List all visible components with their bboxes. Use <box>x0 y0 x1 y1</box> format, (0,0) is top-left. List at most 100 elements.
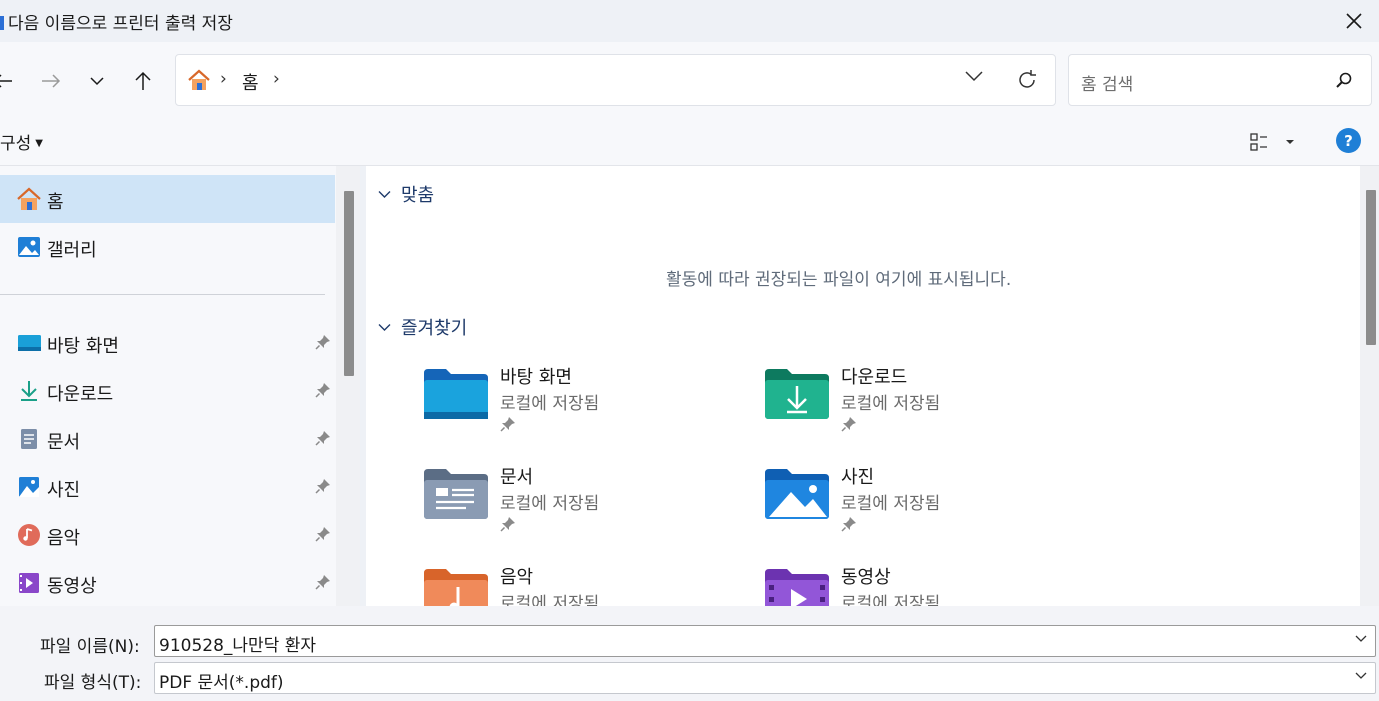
favorite-location: 로컬에 저장됨 <box>500 494 600 514</box>
empty-recommended-message: 활동에 따라 권장되는 파일이 여기에 표시됩니다. <box>666 270 1012 290</box>
search-box[interactable]: 홈 검색 <box>1068 54 1372 106</box>
download-icon <box>21 381 37 401</box>
sidebar-item-label: 홈 <box>47 192 64 213</box>
favorite-item-downloads[interactable]: 다운로드 로컬에 저장됨 <box>765 363 1065 458</box>
search-input[interactable]: 홈 검색 <box>1081 70 1133 95</box>
breadcrumb-separator[interactable]: › <box>273 69 280 89</box>
pin-icon[interactable] <box>315 334 331 350</box>
organize-label: 구성 <box>0 134 32 154</box>
favorite-item-pictures[interactable]: 사진 로컬에 저장됨 <box>765 463 1065 558</box>
pin-icon <box>841 417 856 432</box>
pin-icon[interactable] <box>315 526 331 542</box>
window-title: 다음 이름으로 프린터 출력 저장 <box>0 9 233 34</box>
documents-folder-icon <box>424 469 488 519</box>
view-options-button[interactable] <box>1248 130 1300 154</box>
organize-menu-button[interactable]: 구성 ▼ <box>0 129 43 154</box>
close-button[interactable] <box>1337 4 1371 38</box>
sidebar-item-label: 다운로드 <box>47 384 114 405</box>
arrow-up-icon <box>135 71 151 90</box>
sidebar-item-downloads[interactable]: 다운로드 <box>0 367 335 415</box>
music-folder-icon <box>424 569 488 606</box>
sidebar-item-music[interactable]: 음악 <box>0 511 335 559</box>
help-button[interactable]: ? <box>1336 128 1361 153</box>
chevron-down-icon <box>1355 672 1367 679</box>
command-bar: 구성 ▼ ? <box>0 118 1379 166</box>
favorites-section-header[interactable]: 즐겨찾기 <box>378 314 467 340</box>
sidebar-item-desktop[interactable]: 바탕 화면 <box>0 319 335 367</box>
section-title: 맞춤 <box>401 185 435 206</box>
videos-folder-icon <box>765 569 829 606</box>
pin-icon[interactable] <box>315 430 331 446</box>
favorite-name: 사진 <box>841 467 875 488</box>
recommended-section-header[interactable]: 맞춤 <box>378 181 434 207</box>
favorite-item-music[interactable]: 음악 로컬에 저장됨 <box>424 563 724 606</box>
sidebar-item-home[interactable]: 홈 <box>0 175 335 223</box>
recent-locations-button[interactable] <box>80 64 114 98</box>
sidebar-item-gallery[interactable]: 갤러리 <box>0 223 335 271</box>
pin-icon[interactable] <box>315 478 331 494</box>
filename-field[interactable]: 910528_나만닥 환자 <box>154 625 1376 657</box>
filetype-value: PDF 문서(*.pdf) <box>159 673 284 693</box>
save-form: 파일 이름(N): 910528_나만닥 환자 파일 형식(T): PDF 문서… <box>0 606 1379 701</box>
desktop-icon <box>18 335 41 351</box>
sidebar-item-documents[interactable]: 문서 <box>0 415 335 463</box>
pin-icon <box>841 517 856 532</box>
arrow-left-icon <box>0 74 12 88</box>
pin-icon[interactable] <box>315 574 331 590</box>
favorite-location: 로컬에 저장됨 <box>500 594 600 606</box>
refresh-icon[interactable] <box>1015 68 1039 92</box>
content-pane: 맞춤 활동에 따라 권장되는 파일이 여기에 표시됩니다. 즐겨찾기 바탕 화면… <box>366 166 1360 606</box>
favorite-location: 로컬에 저장됨 <box>500 394 600 414</box>
forward-button[interactable] <box>34 64 68 98</box>
sidebar-item-label: 사진 <box>47 480 81 501</box>
filetype-select[interactable]: PDF 문서(*.pdf) <box>154 662 1376 694</box>
filetype-label: 파일 형식(T): <box>44 673 142 693</box>
favorite-name: 다운로드 <box>841 367 908 388</box>
section-title: 즐겨찾기 <box>401 318 468 339</box>
downloads-folder-icon <box>765 369 829 419</box>
favorite-name: 바탕 화면 <box>500 367 572 388</box>
filename-value[interactable]: 910528_나만닥 환자 <box>159 631 316 656</box>
gallery-icon <box>18 237 40 257</box>
music-icon <box>18 524 40 546</box>
favorite-item-documents[interactable]: 문서 로컬에 저장됨 <box>424 463 724 558</box>
address-dropdown-icon[interactable] <box>965 70 983 82</box>
home-icon <box>17 187 41 210</box>
favorite-item-videos[interactable]: 동영상 로컬에 저장됨 <box>765 563 1065 606</box>
home-icon <box>188 69 210 90</box>
chevron-down-icon <box>90 77 104 86</box>
sidebar-scrollbar-thumb[interactable] <box>344 191 354 376</box>
title-bar: 다음 이름으로 프린터 출력 저장 <box>0 0 1379 42</box>
breadcrumb-separator[interactable]: › <box>220 69 227 89</box>
window-title-text: 다음 이름으로 프린터 출력 저장 <box>8 14 233 34</box>
app-icon <box>0 16 4 30</box>
filename-label: 파일 이름(N): <box>40 637 140 657</box>
chevron-down-icon <box>378 191 391 198</box>
favorite-item-desktop[interactable]: 바탕 화면 로컬에 저장됨 <box>424 363 724 458</box>
chevron-down-icon[interactable] <box>1355 635 1367 643</box>
documents-icon <box>21 429 37 449</box>
navigation-pane: 홈 갤러리 바탕 화면 다운로드 문서 사진 음악 동영상 <box>0 166 360 606</box>
navigation-bar: › 홈 › 홈 검색 <box>0 42 1379 118</box>
details-view-icon <box>1250 133 1294 151</box>
address-bar[interactable]: › 홈 › <box>175 54 1056 106</box>
favorite-name: 문서 <box>500 467 534 488</box>
desktop-folder-icon <box>424 369 488 419</box>
sidebar-item-label: 음악 <box>47 528 81 549</box>
favorite-name: 음악 <box>500 567 534 588</box>
pin-icon[interactable] <box>315 382 331 398</box>
pictures-folder-icon <box>765 469 829 519</box>
sidebar-item-videos[interactable]: 동영상 <box>0 559 335 607</box>
pin-icon <box>500 517 515 532</box>
up-button[interactable] <box>126 64 160 98</box>
sidebar-item-label: 갤러리 <box>47 240 97 261</box>
content-scrollbar-thumb[interactable] <box>1366 190 1376 345</box>
breadcrumb-home[interactable]: 홈 <box>242 69 259 95</box>
chevron-down-icon <box>378 324 391 331</box>
videos-icon <box>19 573 39 593</box>
caret-down-icon: ▼ <box>35 138 43 149</box>
favorite-location: 로컬에 저장됨 <box>841 394 941 414</box>
back-button[interactable] <box>0 64 20 98</box>
sidebar-item-pictures[interactable]: 사진 <box>0 463 335 511</box>
sidebar-divider <box>0 294 325 295</box>
